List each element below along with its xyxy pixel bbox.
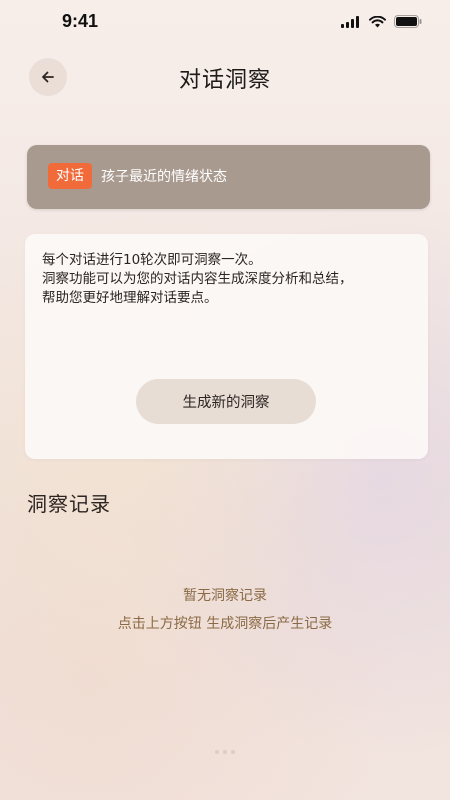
conversation-tag: 对话 [48, 163, 92, 189]
status-icons [341, 15, 422, 28]
records-section-title: 洞察记录 [27, 492, 111, 516]
insight-description: 每个对话进行10轮次即可洞察一次。 洞察功能可以为您的对话内容生成深度分析和总结… [42, 251, 417, 308]
page-dot [223, 750, 227, 754]
status-time: 9:41 [62, 11, 99, 31]
description-line: 每个对话进行10轮次即可洞察一次。 [42, 252, 262, 268]
topic-title: 孩子最近的情绪状态 [101, 169, 227, 185]
page-title: 对话洞察 [178, 68, 271, 93]
empty-state-hint: 点击上方按钮 生成洞察后产生记录 [117, 616, 333, 632]
wifi-icon [369, 15, 386, 27]
battery-icon [394, 15, 422, 28]
insight-info-card: 每个对话进行10轮次即可洞察一次。 洞察功能可以为您的对话内容生成深度分析和总结… [25, 234, 428, 459]
page-dot [215, 750, 219, 754]
description-line: 帮助您更好地理解对话要点。 [42, 290, 218, 306]
description-line: 洞察功能可以为您的对话内容生成深度分析和总结， [42, 271, 353, 287]
page-indicator [0, 750, 450, 754]
status-bar: 9:41 [0, 0, 450, 44]
topic-banner: 对话 孩子最近的情绪状态 [27, 145, 430, 209]
cellular-signal-icon [341, 15, 359, 28]
generate-insight-button[interactable]: 生成新的洞察 [136, 379, 316, 424]
empty-state-title: 暂无洞察记录 [183, 588, 267, 604]
page-dot [231, 750, 235, 754]
screen: 9:41 对话洞察 对话 孩子最近的情绪状态 每个对话进行10轮次即可洞察一次。… [0, 0, 450, 800]
